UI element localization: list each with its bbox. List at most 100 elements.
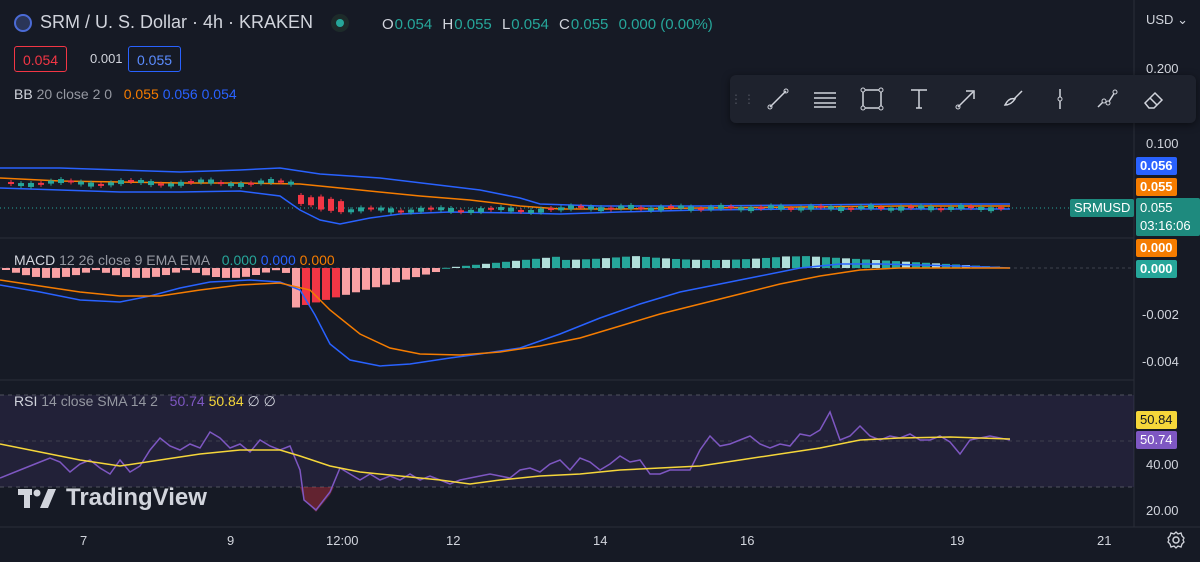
macd-bar [252, 268, 260, 275]
ohlc-values: O0.054 H0.055 L0.054 C0.055 0.000 (0.00%… [382, 16, 713, 33]
macd-bar [482, 263, 490, 268]
candle [308, 195, 314, 208]
candle [378, 205, 384, 213]
time-axis-label: 14 [593, 533, 608, 548]
macd-bar [562, 259, 570, 268]
macd-bar [72, 268, 80, 276]
market-status-icon[interactable] [331, 13, 350, 32]
path-tool-icon[interactable] [1083, 75, 1130, 123]
rsi-legend[interactable]: RSI 14 close SMA 14 2 50.74 50.84 ∅ ∅ [14, 393, 276, 410]
macd-bar [42, 268, 50, 278]
macd-bar [742, 259, 750, 268]
arrow-tool-icon[interactable] [942, 75, 989, 123]
macd-axis-label: -0.004 [1142, 354, 1179, 369]
macd-bar [592, 258, 600, 268]
bb-basis-price-tag: 0.055 [1136, 178, 1177, 196]
candle [188, 179, 194, 186]
macd-bar [132, 268, 140, 278]
time-axis-label: 16 [740, 533, 755, 548]
candle [748, 205, 754, 214]
candle [138, 177, 144, 185]
candle [678, 203, 684, 211]
tradingview-logo[interactable]: TradingView [18, 484, 207, 512]
candle [178, 179, 184, 188]
candle [98, 181, 104, 188]
drag-handle-icon[interactable]: ⋮⋮ [730, 92, 755, 106]
trend-line-tool-icon[interactable] [754, 75, 801, 123]
macd-bar [102, 268, 110, 273]
macd-bar [662, 258, 670, 268]
macd-bar [412, 268, 420, 278]
macd-bar [212, 268, 220, 278]
candle [28, 180, 34, 189]
price-axis-label: 0.100 [1146, 136, 1179, 151]
bar-countdown: 03:16:06 [1140, 218, 1191, 233]
macd-bar [572, 259, 580, 268]
macd-axis-label: -0.002 [1142, 307, 1179, 322]
last-price-tag: 0.055 03:16:06 [1136, 198, 1200, 236]
macd-bar [112, 268, 120, 276]
macd-bar [152, 268, 160, 277]
candle [128, 178, 134, 185]
currency-menu[interactable]: USD ⌄ [1146, 12, 1188, 28]
macd-bar [702, 259, 710, 268]
text-tool-icon[interactable] [895, 75, 942, 123]
candle [288, 179, 294, 187]
sell-button[interactable]: 0.054 [14, 46, 68, 72]
buy-button[interactable]: 0.055 [128, 46, 182, 72]
rsi-axis-label: 40.00 [1146, 457, 1179, 472]
macd-signal-tag: 0.000 [1136, 239, 1177, 257]
macd-bar [782, 256, 790, 268]
macd-bar [602, 258, 610, 268]
macd-bar [222, 268, 230, 278]
spread-value: 0.001 [90, 51, 123, 66]
last-price-value: 0.055 [1140, 200, 1173, 215]
macd-bar [752, 258, 760, 268]
candle [368, 205, 374, 212]
macd-bar [192, 268, 200, 273]
brush-tool-icon[interactable] [989, 75, 1036, 123]
candle [258, 178, 264, 186]
macd-signal-line [0, 267, 1010, 356]
candle [328, 196, 334, 213]
bb-upper-price-tag: 0.056 [1136, 157, 1177, 175]
macd-bar [532, 258, 540, 268]
macd-bar [642, 256, 650, 268]
macd-bar [282, 268, 290, 273]
macd-bar [62, 268, 70, 277]
tradingview-logo-icon [18, 489, 56, 508]
horizontal-lines-tool-icon[interactable] [801, 75, 848, 123]
macd-bar [432, 268, 440, 273]
macd-hist-tag: 0.000 [1136, 260, 1177, 278]
eraser-tool-icon[interactable] [1130, 75, 1177, 123]
candle [358, 205, 364, 214]
macd-legend[interactable]: MACD 12 26 close 9 EMA EMA 0.000 0.000 0… [14, 252, 335, 268]
candle [438, 205, 444, 213]
logo-text: TradingView [66, 484, 207, 511]
candle [248, 180, 254, 187]
symbol-header[interactable]: SRM / U. S. Dollar · 4h · KRAKEN [14, 12, 350, 33]
macd-bar [682, 259, 690, 268]
macd-bar [422, 268, 430, 275]
macd-bar [692, 259, 700, 268]
vertical-line-tool-icon[interactable] [1036, 75, 1083, 123]
macd-bar [552, 256, 560, 268]
gear-icon[interactable] [1166, 530, 1186, 555]
macd-bar [652, 257, 660, 268]
macd-bar [712, 259, 720, 268]
macd-bar [312, 268, 320, 303]
candle [8, 180, 14, 186]
rectangle-tool-icon[interactable] [848, 75, 895, 123]
candle [488, 205, 494, 212]
macd-bar [372, 268, 380, 288]
macd-bar [242, 268, 250, 277]
candle [338, 199, 344, 215]
macd-bar [272, 268, 280, 271]
macd-bar [512, 260, 520, 268]
time-axis-label: 7 [80, 533, 88, 548]
bb-legend[interactable]: BB 20 close 2 0 0.055 0.056 0.054 [14, 86, 237, 102]
macd-bar [542, 257, 550, 268]
macd-bar [32, 268, 40, 277]
candle [458, 208, 464, 215]
candle [18, 181, 24, 189]
